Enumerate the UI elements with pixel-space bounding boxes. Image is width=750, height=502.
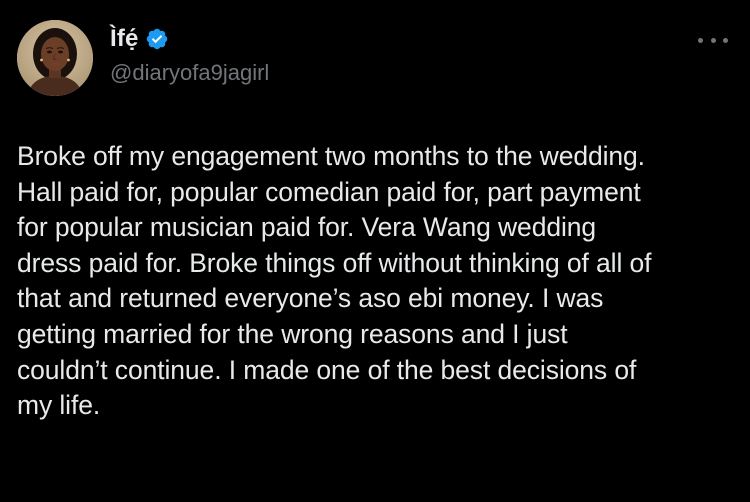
tweet-header: Ìfẹ́ @diaryofa9jagirl — [110, 24, 269, 86]
tweet-card: Ìfẹ́ @diaryofa9jagirl Broke off my engag… — [0, 0, 750, 502]
user-handle[interactable]: @diaryofa9jagirl — [110, 60, 269, 86]
avatar[interactable] — [17, 20, 93, 96]
dot-icon — [710, 37, 716, 43]
verified-badge-icon — [145, 27, 169, 51]
more-options-icon[interactable] — [698, 32, 728, 48]
dot-icon — [698, 37, 703, 43]
name-row: Ìfẹ́ — [110, 24, 269, 54]
dot-icon — [723, 37, 728, 43]
tweet-text: Broke off my engagement two months to th… — [17, 141, 652, 421]
display-name[interactable]: Ìfẹ́ — [110, 25, 139, 53]
profile-photo-icon — [17, 20, 93, 96]
